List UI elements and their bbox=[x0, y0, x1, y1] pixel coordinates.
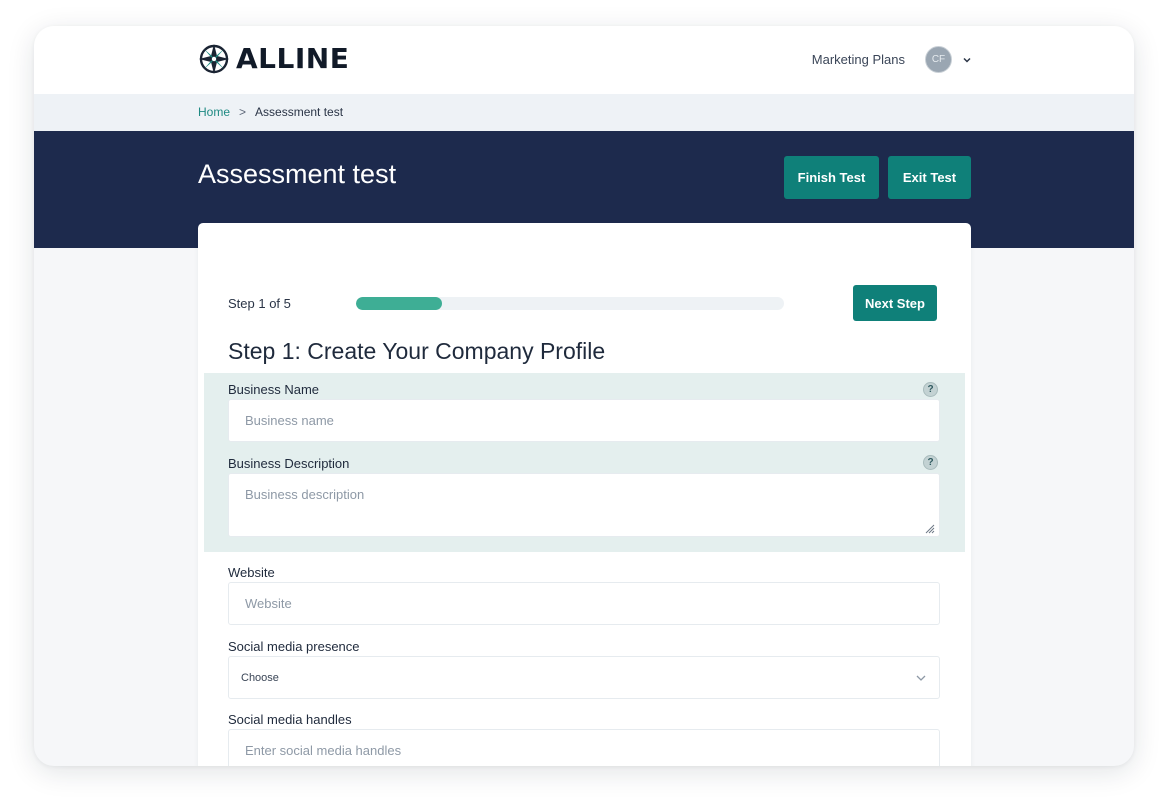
breadcrumb-current: Assessment test bbox=[255, 105, 344, 119]
business-description-textarea[interactable] bbox=[228, 473, 940, 537]
business-name-label: Business Name bbox=[228, 382, 320, 397]
website-label: Website bbox=[228, 565, 275, 580]
page-title: Assessment test bbox=[198, 159, 397, 189]
step-counter: Step 1 of 5 bbox=[228, 296, 291, 311]
breadcrumb: Home > Assessment test bbox=[198, 105, 343, 119]
social-handles-label: Social media handles bbox=[228, 712, 352, 727]
breadcrumb-home-link[interactable]: Home bbox=[198, 105, 230, 119]
social-presence-select[interactable]: Choose bbox=[228, 656, 940, 699]
compass-logo-icon bbox=[199, 43, 229, 74]
exit-test-button[interactable]: Exit Test bbox=[888, 156, 971, 199]
progress-bar bbox=[356, 297, 784, 310]
app-window: ALLINE Marketing Plans CF Home > Assessm… bbox=[34, 26, 1134, 766]
help-icon[interactable]: ? bbox=[923, 455, 938, 470]
chevron-down-icon bbox=[916, 675, 926, 681]
finish-test-button[interactable]: Finish Test bbox=[784, 156, 879, 199]
progress-bar-fill bbox=[356, 297, 442, 310]
step-progress-row: Step 1 of 5 Next Step bbox=[228, 285, 938, 321]
social-presence-label: Social media presence bbox=[228, 639, 360, 654]
breadcrumb-separator: > bbox=[239, 105, 247, 119]
avatar[interactable]: CF bbox=[925, 46, 952, 73]
user-nav: Marketing Plans CF bbox=[812, 46, 972, 73]
marketing-plans-link[interactable]: Marketing Plans bbox=[812, 52, 905, 67]
help-icon[interactable]: ? bbox=[923, 382, 938, 397]
user-menu-toggle[interactable]: CF bbox=[925, 46, 972, 73]
brand-logo[interactable]: ALLINE bbox=[198, 42, 349, 75]
business-name-input[interactable] bbox=[228, 399, 940, 442]
assessment-card: Step 1 of 5 Next Step Step 1: Create You… bbox=[198, 223, 971, 766]
breadcrumb-bar: Home > Assessment test bbox=[34, 94, 1134, 131]
resize-handle-icon[interactable] bbox=[923, 522, 935, 534]
brand-name: ALLINE bbox=[236, 42, 350, 75]
chevron-down-icon[interactable] bbox=[962, 55, 972, 65]
website-input[interactable] bbox=[228, 582, 940, 625]
step-heading: Step 1: Create Your Company Profile bbox=[228, 338, 606, 364]
social-handles-input[interactable] bbox=[228, 729, 940, 766]
next-step-button[interactable]: Next Step bbox=[853, 285, 937, 321]
business-description-label: Business Description bbox=[228, 456, 350, 471]
top-navbar: ALLINE Marketing Plans CF bbox=[34, 26, 1134, 94]
select-value: Choose bbox=[241, 671, 279, 684]
